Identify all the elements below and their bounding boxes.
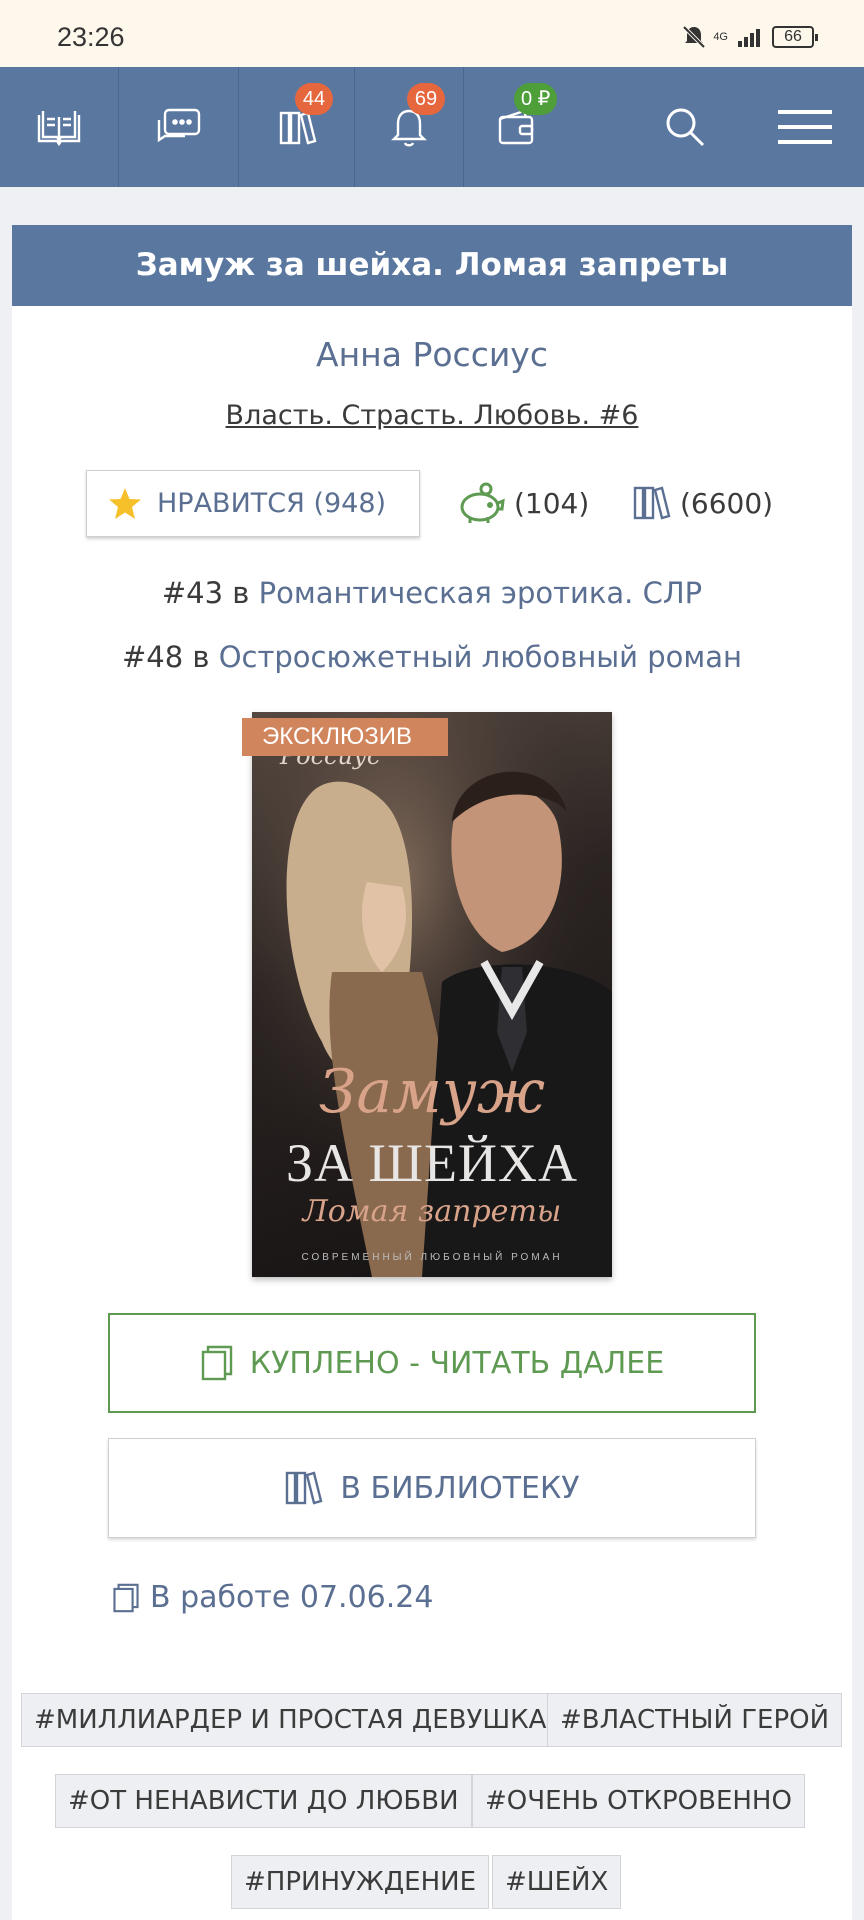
menu-icon — [778, 110, 832, 144]
rank-position: #43 — [161, 576, 224, 610]
rank-line-1: #43 в Романтическая эротика. СЛР — [0, 576, 864, 610]
status-time: 23:26 — [57, 22, 125, 52]
wallet-badge: 0 ₽ — [514, 83, 558, 115]
library-stat[interactable]: (6600) — [632, 478, 773, 528]
top-navigation: 44 69 0 ₽ — [0, 67, 864, 187]
tag-item[interactable]: #ОЧЕНЬ ОТКРОВЕННО — [472, 1774, 805, 1828]
nav-wallet[interactable]: 0 ₽ — [464, 67, 568, 187]
rewards-count: (104) — [514, 486, 590, 520]
book-icon — [113, 1583, 139, 1612]
piggy-bank-icon — [460, 482, 505, 523]
like-button[interactable]: НРАВИТСЯ (948) — [86, 470, 420, 537]
book-open-icon — [37, 111, 81, 147]
books-icon — [633, 486, 671, 520]
rank-in: в — [232, 576, 250, 610]
rank-category-link[interactable]: Остросюжетный любовный роман — [219, 640, 742, 674]
nav-menu[interactable] — [760, 67, 850, 187]
continue-reading-label: КУПЛЕНО - ЧИТАТЬ ДАЛЕЕ — [249, 1345, 665, 1381]
nav-messages[interactable] — [119, 67, 238, 187]
star-icon — [109, 487, 141, 519]
status-bar: 23:26 4G 66 — [0, 0, 864, 67]
book-cover[interactable]: Россиус Замуж ЗА ШЕЙХА Ломая запреты СОВ… — [252, 712, 612, 1277]
cover-genre: СОВРЕМЕННЫЙ ЛЮБОВНЫЙ РОМАН — [301, 1252, 563, 1263]
battery-icon: 66 — [772, 26, 818, 48]
tag-item[interactable]: #МИЛЛИАРДЕР И ПРОСТАЯ ДЕВУШКА — [21, 1693, 560, 1747]
signal-icon — [738, 29, 760, 47]
book-series-link[interactable]: Власть. Страсть. Любовь. #6 — [0, 400, 864, 431]
notifications-badge: 69 — [407, 83, 445, 115]
like-label: НРАВИТСЯ (948) — [157, 488, 387, 519]
tag-item[interactable]: #ВЛАСТНЫЙ ГЕРОЙ — [547, 1693, 843, 1747]
book-status-text: В работе 07.06.24 — [150, 1580, 434, 1615]
books-icon — [286, 1471, 323, 1505]
library-count: (6600) — [680, 486, 774, 520]
tag-item[interactable]: #ОТ НЕНАВИСТИ ДО ЛЮБВИ — [55, 1774, 472, 1828]
add-to-library-button[interactable]: В БИБЛИОТЕКУ — [108, 1438, 756, 1538]
book-icon — [201, 1345, 232, 1381]
book-status: В работе 07.06.24 — [112, 1580, 433, 1615]
search-icon — [666, 108, 705, 147]
tag-item[interactable]: #ШЕЙХ — [492, 1855, 622, 1909]
cover-title-line2: ЗА ШЕЙХА — [285, 1133, 578, 1193]
rank-position: #48 — [121, 640, 184, 674]
bell-muted-icon — [682, 25, 706, 49]
book-author-link[interactable]: Анна Россиус — [0, 335, 864, 374]
cover-title-line1: Замуж — [319, 1057, 545, 1127]
network-type: 4G — [713, 30, 728, 43]
continue-reading-button[interactable]: КУПЛЕНО - ЧИТАТЬ ДАЛЕЕ — [108, 1313, 756, 1413]
rank-line-2: #48 в Остросюжетный любовный роман — [0, 640, 864, 674]
tag-item[interactable]: #ПРИНУЖДЕНИЕ — [231, 1855, 490, 1909]
rewards-stat[interactable]: (104) — [456, 478, 589, 528]
add-to-library-label: В БИБЛИОТЕКУ — [340, 1470, 580, 1506]
status-icons: 4G 66 — [681, 24, 818, 50]
rank-in: в — [192, 640, 210, 674]
chat-icon — [157, 108, 200, 143]
cover-title-line3: Ломая запреты — [302, 1194, 562, 1229]
nav-library[interactable]: 44 — [239, 67, 354, 187]
nav-search[interactable] — [640, 67, 730, 187]
nav-notifications[interactable]: 69 — [355, 67, 463, 187]
nav-catalog[interactable] — [0, 67, 118, 187]
library-badge: 44 — [295, 83, 333, 115]
exclusive-badge: ЭКСКЛЮЗИВ — [242, 718, 448, 756]
rank-category-link[interactable]: Романтическая эротика. СЛР — [259, 576, 703, 610]
book-title: Замуж за шейха. Ломая запреты — [12, 225, 852, 306]
